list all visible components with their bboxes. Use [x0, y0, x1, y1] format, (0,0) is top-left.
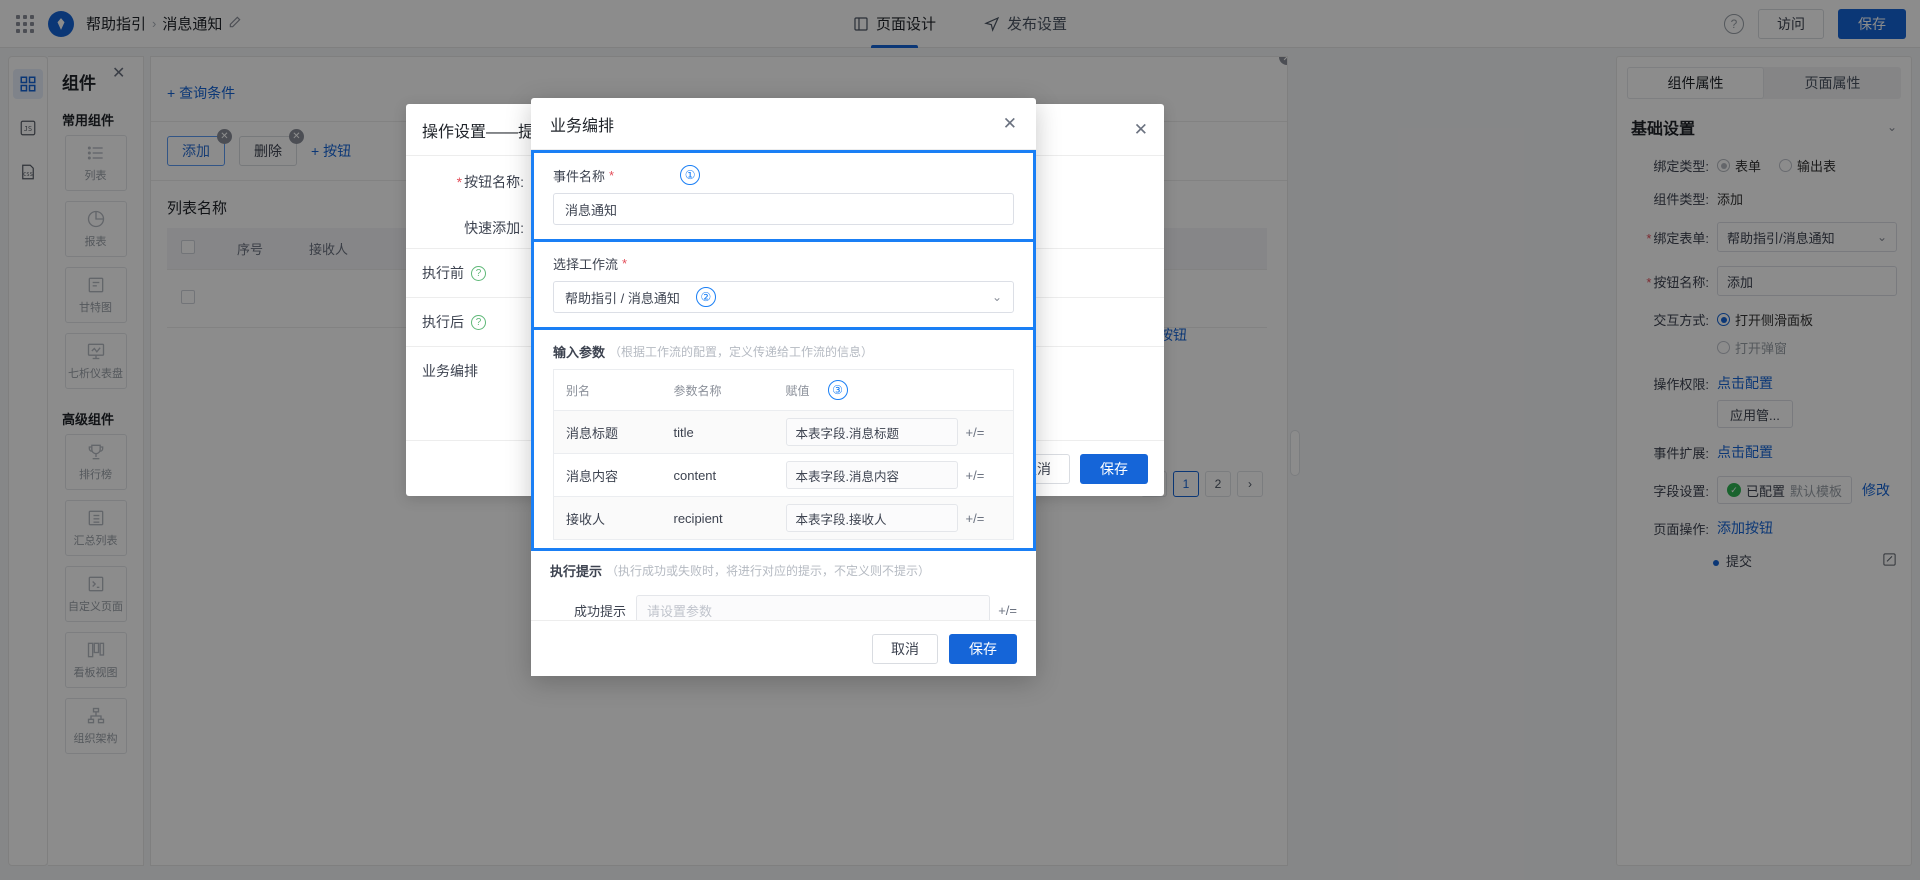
input-param-value-input[interactable]: 本表字段.消息内容 — [785, 461, 958, 489]
modal-save-button[interactable]: 保存 — [949, 633, 1017, 664]
modal-body: 事件名称 * ① 消息通知 选择工作流 * 帮助指引 / 消息通知 ② ⌄ 输入… — [531, 150, 1036, 620]
bg-button-name-label: * 按钮名称: — [456, 174, 524, 190]
bg-save-button[interactable]: 保存 — [1080, 453, 1148, 484]
input-params-table: 别名 参数名称 赋值 ③ 消息标题 title 本表字段.消息标题 +/= 消息… — [553, 369, 1014, 540]
input-params-hint: （根据工作流的配置，定义传递给工作流的信息） — [609, 345, 874, 359]
event-name-label-row: 事件名称 * ① — [553, 165, 1014, 185]
input-params-header-row: 别名 参数名称 赋值 ③ — [553, 369, 1014, 411]
question-circle-icon[interactable]: ? — [471, 265, 486, 281]
input-param-value-cell: 本表字段.接收人 +/= — [773, 496, 1014, 540]
workflow-value: 帮助指引 / 消息通知 — [565, 290, 680, 306]
input-param-name: title — [661, 410, 774, 454]
input-param-alias: 接收人 — [553, 496, 662, 540]
exec-tips-label: 执行提示 — [550, 564, 603, 579]
input-param-value-input[interactable]: 本表字段.接收人 — [785, 504, 958, 532]
workflow-select[interactable]: 帮助指引 / 消息通知 ② ⌄ — [553, 281, 1014, 313]
business-orchestration-modal: 业务编排 ✕ 事件名称 * ① 消息通知 选择工作流 * 帮助指引 / 消息通知… — [531, 98, 1036, 676]
operation-settings-title: 操作设置——提 — [422, 123, 535, 141]
bg-section-orchestration-label: 业务编排 — [422, 363, 478, 379]
input-param-value-input[interactable]: 本表字段.消息标题 — [785, 418, 958, 446]
exec-tip-row-success: 成功提示 请设置参数 +/= — [550, 588, 1017, 620]
step-badge-3: ③ — [827, 380, 848, 400]
exec-tip-success-label: 成功提示 — [573, 603, 626, 619]
event-name-block: 事件名称 * ① 消息通知 — [531, 150, 1036, 242]
exec-tip-success-placeholder: 请设置参数 — [647, 603, 713, 619]
modal-footer: 取消 保存 — [531, 620, 1036, 676]
required-star: * — [609, 167, 615, 183]
input-param-row: 消息内容 content 本表字段.消息内容 +/= — [553, 453, 1014, 497]
required-star: * — [622, 256, 628, 271]
bg-section-after-label: 执行后 — [422, 314, 464, 330]
modal-header: 业务编排 ✕ — [531, 98, 1036, 150]
input-param-plus-equals-button[interactable]: +/= — [966, 511, 985, 526]
workflow-block: 选择工作流 * 帮助指引 / 消息通知 ② ⌄ — [531, 242, 1036, 330]
input-param-alias: 消息标题 — [553, 410, 662, 454]
exec-tips-block: 执行提示 （执行成功或失败时，将进行对应的提示，不定义则不提示） 成功提示 请设… — [531, 551, 1036, 620]
exec-tip-success-input[interactable]: 请设置参数 — [636, 595, 991, 620]
input-params-label-row: 输入参数 （根据工作流的配置，定义传递给工作流的信息） — [553, 342, 1014, 361]
bg-quick-add-label: 快速添加: — [464, 220, 524, 236]
exec-tips-hint: （执行成功或失败时，将进行对应的提示，不定义则不提示） — [606, 564, 931, 578]
input-param-plus-equals-button[interactable]: +/= — [966, 468, 985, 483]
close-icon[interactable]: ✕ — [1003, 115, 1017, 132]
event-name-label: 事件名称 — [553, 168, 606, 184]
modal-cancel-button[interactable]: 取消 — [872, 633, 938, 664]
input-param-row: 消息标题 title 本表字段.消息标题 +/= — [553, 410, 1014, 454]
input-params-col-param: 参数名称 — [661, 369, 774, 411]
input-params-col-alias: 别名 — [553, 369, 662, 411]
close-icon[interactable]: ✕ — [1134, 121, 1148, 138]
input-params-label: 输入参数 — [553, 345, 606, 360]
input-params-col-value: 赋值 — [785, 383, 810, 398]
input-param-value-cell: 本表字段.消息标题 +/= — [773, 410, 1014, 454]
exec-tip-success-plus-equals-button[interactable]: +/= — [998, 603, 1017, 618]
input-param-plus-equals-button[interactable]: +/= — [966, 425, 985, 440]
step-badge-1: ① — [680, 165, 701, 185]
event-name-value: 消息通知 — [565, 202, 618, 218]
workflow-label: 选择工作流 — [553, 257, 619, 272]
input-param-name: recipient — [661, 496, 774, 540]
input-params-col-value-wrap: 赋值 ③ — [773, 369, 1014, 411]
exec-tips-label-row: 执行提示 （执行成功或失败时，将进行对应的提示，不定义则不提示） — [550, 561, 1017, 580]
question-circle-icon[interactable]: ? — [471, 314, 486, 330]
input-param-alias: 消息内容 — [553, 453, 662, 497]
modal-title: 业务编排 — [550, 117, 615, 135]
workflow-label-row: 选择工作流 * — [553, 254, 1014, 273]
event-name-input[interactable]: 消息通知 — [553, 193, 1014, 225]
input-param-name: content — [661, 453, 774, 497]
step-badge-2: ② — [695, 287, 716, 307]
input-param-row: 接收人 recipient 本表字段.接收人 +/= — [553, 496, 1014, 540]
app-root: 帮助指引 › 消息通知 页面设计 发布设置 ? 访问 保存 JS CSS 组件 … — [0, 0, 1920, 880]
chevron-down-icon: ⌄ — [991, 290, 1002, 304]
input-param-value-cell: 本表字段.消息内容 +/= — [773, 453, 1014, 497]
workflow-value-wrap: 帮助指引 / 消息通知 ② — [565, 287, 716, 307]
input-params-block: 输入参数 （根据工作流的配置，定义传递给工作流的信息） 别名 参数名称 赋值 ③ — [531, 330, 1036, 551]
bg-section-before-label: 执行前 — [422, 265, 464, 281]
